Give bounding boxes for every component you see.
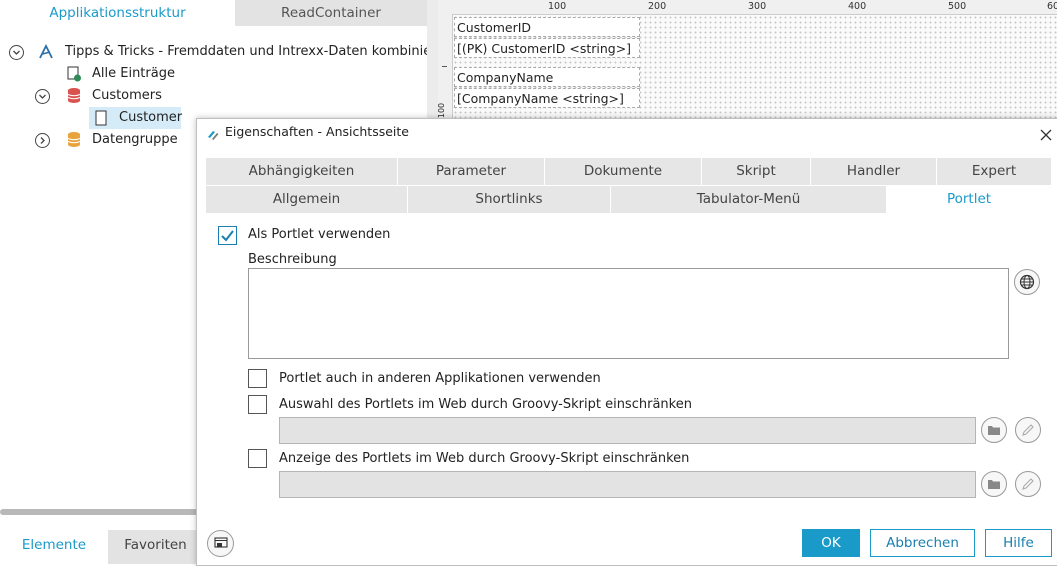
tab-abhaengigkeiten[interactable]: Abhängigkeiten bbox=[206, 158, 398, 185]
description-label: Beschreibung bbox=[248, 252, 337, 267]
field-label-customerid[interactable]: CustomerID bbox=[454, 17, 640, 37]
restrict-display-script-field bbox=[279, 471, 976, 498]
restrict-selection-label: Auswahl des Portlets im Web durch Groovy… bbox=[279, 397, 692, 412]
portlet-tab-content: Als Portlet verwenden Beschreibung Portl… bbox=[206, 214, 1051, 519]
restrict-display-label: Anzeige des Portlets im Web durch Groovy… bbox=[279, 451, 690, 466]
app-logo-icon bbox=[206, 125, 220, 140]
tab-parameter[interactable]: Parameter bbox=[398, 158, 545, 185]
restrict-display-checkbox[interactable] bbox=[248, 449, 267, 468]
ruler-tick: 60 bbox=[1047, 1, 1057, 12]
tree-root-label[interactable]: Tipps & Tricks - Fremddaten und Intrexx-… bbox=[65, 41, 453, 63]
tab-skript[interactable]: Skript bbox=[702, 158, 811, 185]
tree-item-alle-eintraege[interactable]: Alle Einträge bbox=[92, 63, 175, 85]
tab-elemente[interactable]: Elemente bbox=[0, 530, 108, 564]
globe-icon[interactable] bbox=[1014, 269, 1040, 295]
tree-item-customer[interactable]: Customer bbox=[119, 107, 182, 129]
ruler-tick: 300 bbox=[748, 1, 767, 12]
vruler-mark bbox=[442, 66, 447, 67]
tab-shortlinks[interactable]: Shortlinks bbox=[408, 186, 611, 213]
window-icon[interactable] bbox=[207, 530, 234, 557]
ruler-tick: 100 bbox=[548, 1, 567, 12]
tree-item-customers[interactable]: Customers bbox=[92, 85, 162, 107]
list-icon bbox=[66, 66, 82, 82]
tab-applikationsstruktur[interactable]: Applikationsstruktur bbox=[0, 0, 235, 26]
tab-dokumente[interactable]: Dokumente bbox=[545, 158, 702, 185]
field-companyname[interactable]: [CompanyName <string>] bbox=[454, 88, 640, 108]
field-customerid[interactable]: [(PK) CustomerID <string>] bbox=[454, 38, 640, 58]
properties-dialog: Eigenschaften - Ansichtsseite Abhängigke… bbox=[196, 118, 1057, 566]
tab-allgemein[interactable]: Allgemein bbox=[206, 186, 408, 213]
page-icon bbox=[95, 110, 107, 126]
restrict-selection-checkbox[interactable] bbox=[248, 395, 267, 414]
folder-icon[interactable] bbox=[981, 471, 1007, 497]
portlet-other-apps-checkbox[interactable] bbox=[248, 369, 267, 388]
tab-tabulator-menue[interactable]: Tabulator-Menü bbox=[611, 186, 887, 213]
expand-datengruppe-icon[interactable] bbox=[35, 133, 50, 148]
database-icon bbox=[66, 87, 82, 104]
portlet-other-apps-label: Portlet auch in anderen Applikationen ve… bbox=[279, 371, 601, 386]
description-textarea[interactable] bbox=[248, 268, 1009, 359]
close-icon[interactable] bbox=[1039, 125, 1053, 141]
vertical-ruler: 100 bbox=[437, 14, 453, 120]
horizontal-ruler: 100 200 300 400 500 60 bbox=[438, 0, 1057, 15]
app-icon bbox=[37, 43, 55, 61]
tab-expert[interactable]: Expert bbox=[937, 158, 1051, 185]
help-button[interactable]: Hilfe bbox=[985, 529, 1052, 557]
collapse-customers-icon[interactable] bbox=[35, 89, 50, 104]
dialog-titlebar[interactable]: Eigenschaften - Ansichtsseite bbox=[197, 119, 1057, 145]
cancel-button[interactable]: Abbrechen bbox=[870, 529, 975, 557]
horizontal-scrollbar[interactable] bbox=[0, 509, 200, 515]
ruler-tick: 200 bbox=[648, 1, 667, 12]
ruler-tick: 500 bbox=[948, 1, 967, 12]
ruler-tick: 400 bbox=[848, 1, 867, 12]
dialog-title: Eigenschaften - Ansichtsseite bbox=[225, 124, 409, 139]
database-icon bbox=[66, 131, 82, 148]
folder-icon[interactable] bbox=[981, 417, 1007, 443]
tree-item-datengruppe[interactable]: Datengruppe bbox=[92, 129, 178, 151]
collapse-root-icon[interactable] bbox=[9, 45, 24, 60]
pencil-icon[interactable] bbox=[1015, 471, 1041, 497]
field-label-companyname[interactable]: CompanyName bbox=[454, 67, 640, 87]
ok-button[interactable]: OK bbox=[802, 529, 860, 557]
use-as-portlet-checkbox[interactable] bbox=[218, 226, 237, 245]
vruler-tick: 100 bbox=[437, 102, 447, 119]
tab-favoriten[interactable]: Favoriten bbox=[108, 530, 203, 564]
tab-readcontainer[interactable]: ReadContainer bbox=[235, 0, 427, 26]
pencil-icon[interactable] bbox=[1015, 417, 1041, 443]
tab-portlet[interactable]: Portlet bbox=[887, 186, 1051, 213]
tab-handler[interactable]: Handler bbox=[811, 158, 937, 185]
restrict-selection-script-field bbox=[279, 417, 976, 444]
use-as-portlet-label: Als Portlet verwenden bbox=[248, 227, 391, 242]
